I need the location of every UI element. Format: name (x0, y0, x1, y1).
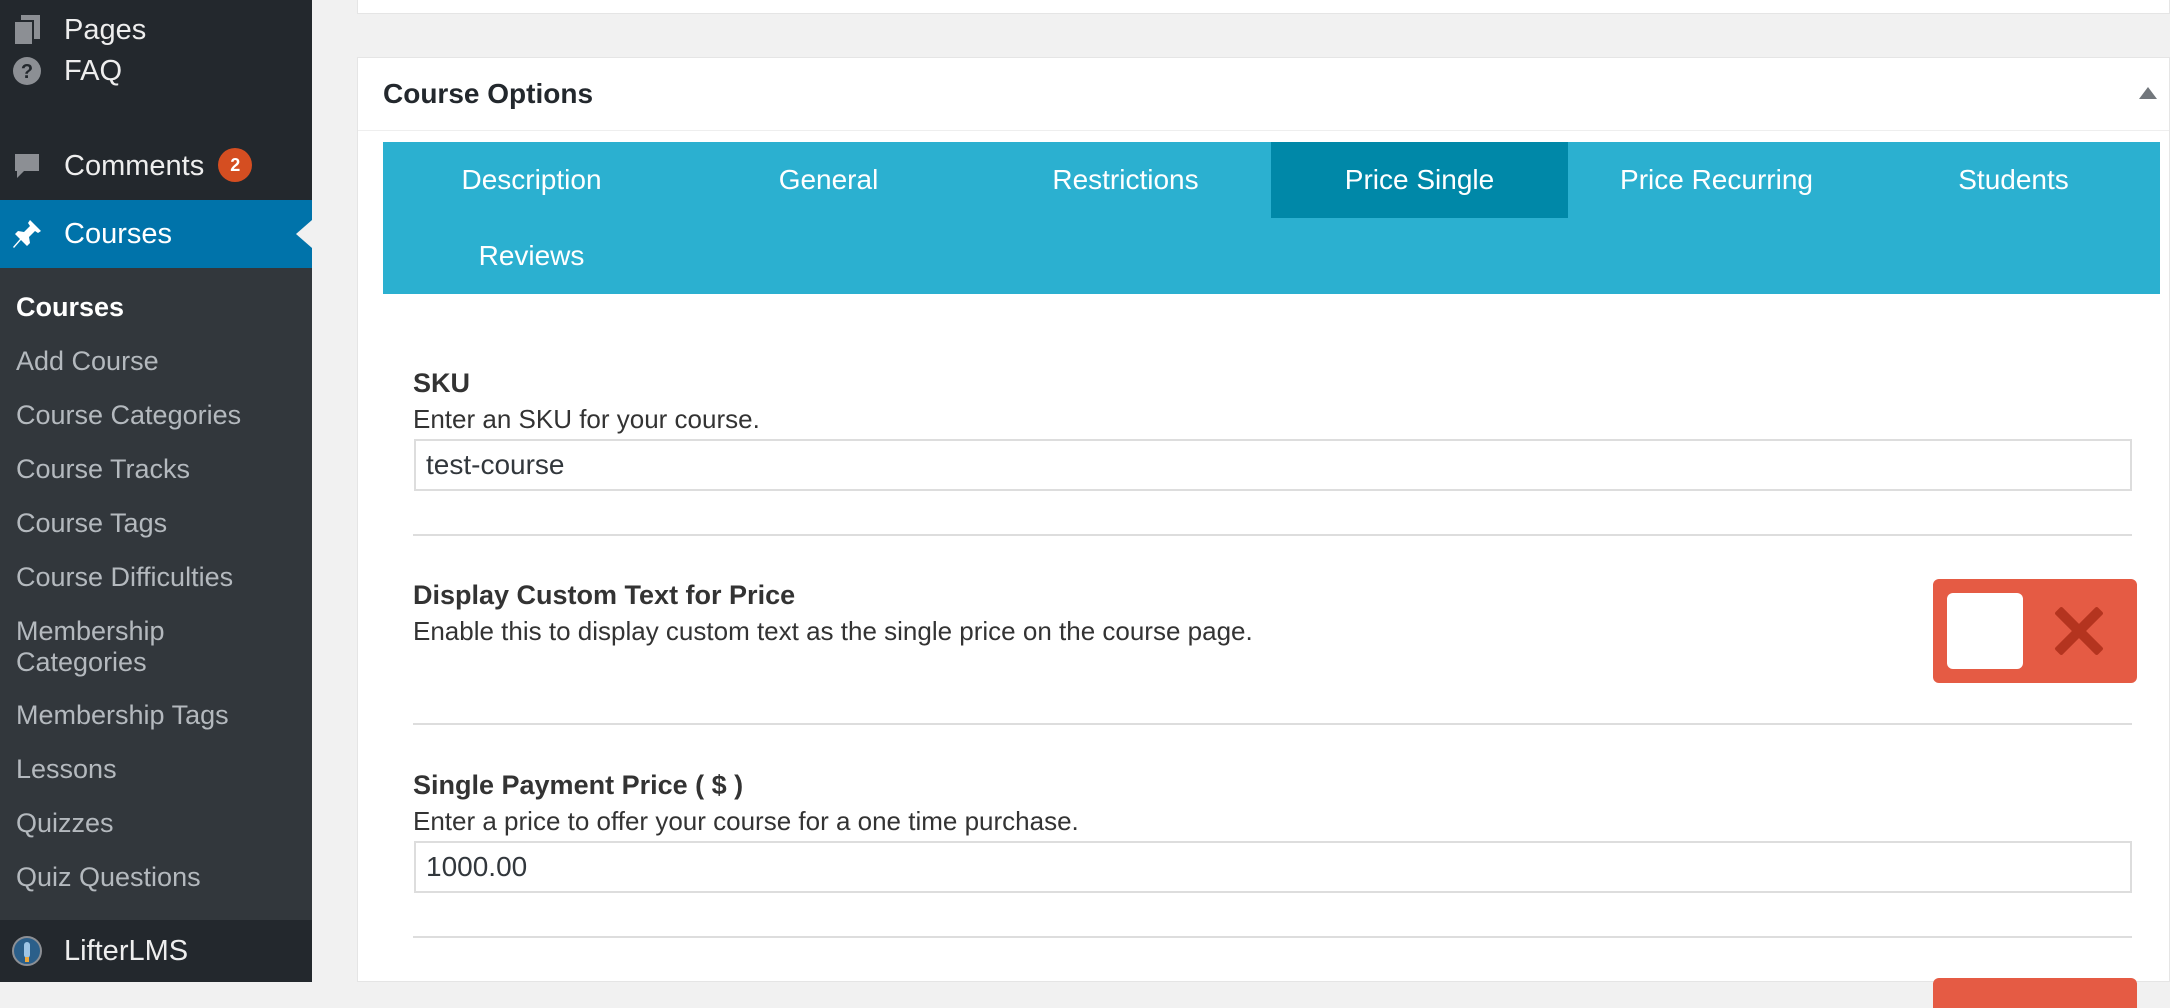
single-price-description: Enter a price to offer your course for a… (413, 806, 1079, 836)
menu-item-label: Comments (64, 150, 205, 182)
help-icon: ? (10, 54, 44, 88)
single-price-label: Single Payment Price ( $ ) (413, 770, 744, 800)
custom-text-label: Display Custom Text for Price (413, 580, 796, 610)
submenu-item-add-course[interactable]: Add Course (16, 346, 159, 377)
submenu-item-course-tracks[interactable]: Course Tracks (16, 454, 190, 485)
menu-item-label: FAQ (64, 55, 123, 87)
menu-item-courses[interactable]: Courses (0, 200, 312, 268)
menu-item-label: Courses (64, 218, 172, 250)
field-divider (413, 723, 2132, 725)
course-options-tabs: Description General Restrictions Price S… (383, 142, 2160, 294)
submenu-item-membership-categories[interactable]: Membership Categories (16, 616, 165, 678)
comments-icon (10, 149, 44, 183)
sku-input[interactable] (414, 439, 2132, 491)
toggle-knob (1947, 593, 2023, 669)
custom-text-description: Enable this to display custom text as th… (413, 616, 1253, 646)
pin-icon (10, 217, 44, 251)
lifterlms-icon (10, 934, 44, 968)
submenu-item-quizzes[interactable]: Quizzes (16, 808, 114, 839)
menu-item-lifterlms[interactable]: LifterLMS (0, 920, 312, 982)
courses-submenu: Courses Add Course Course Categories Cou… (0, 268, 312, 920)
collapse-arrow-icon[interactable] (2139, 87, 2157, 99)
course-options-postbox: Course Options Description General Restr… (357, 57, 2170, 1008)
sku-description: Enter an SKU for your course. (413, 404, 760, 434)
svg-text:?: ? (21, 61, 33, 83)
tab-students[interactable]: Students (1865, 142, 2162, 218)
submenu-item-lessons[interactable]: Lessons (16, 754, 117, 785)
close-icon (2053, 605, 2105, 657)
postbox-title: Course Options (383, 78, 594, 109)
tab-reviews[interactable]: Reviews (383, 218, 680, 294)
current-menu-arrow (296, 220, 312, 248)
sku-label: SKU (413, 368, 471, 398)
single-price-input[interactable] (414, 841, 2132, 893)
tab-price-recurring[interactable]: Price Recurring (1568, 142, 1865, 218)
custom-text-toggle[interactable] (1933, 579, 2137, 683)
tab-description[interactable]: Description (383, 142, 680, 218)
field-divider (413, 534, 2132, 536)
menu-item-faq[interactable]: ? FAQ (0, 37, 312, 105)
postbox-header[interactable]: Course Options (358, 58, 2169, 131)
submenu-item-course-difficulties[interactable]: Course Difficulties (16, 562, 233, 593)
tab-price-single[interactable]: Price Single (1271, 142, 1568, 218)
submenu-item-course-categories[interactable]: Course Categories (16, 400, 241, 431)
previous-postbox (357, 0, 2170, 14)
comments-count-badge: 2 (218, 148, 253, 183)
next-field-toggle[interactable] (1933, 978, 2137, 1008)
submenu-item-membership-tags[interactable]: Membership Tags (16, 700, 229, 731)
menu-item-comments[interactable]: Comments 2 (0, 132, 312, 200)
menu-item-label: LifterLMS (64, 935, 189, 967)
submenu-item-courses[interactable]: Courses (16, 292, 124, 323)
tab-general[interactable]: General (680, 142, 977, 218)
submenu-item-quiz-questions[interactable]: Quiz Questions (16, 862, 201, 893)
tab-restrictions[interactable]: Restrictions (977, 142, 1274, 218)
field-divider (413, 936, 2132, 938)
submenu-item-course-tags[interactable]: Course Tags (16, 508, 167, 539)
admin-sidebar: Pages ? FAQ Comments 2 Courses Courses Ad… (0, 0, 312, 982)
